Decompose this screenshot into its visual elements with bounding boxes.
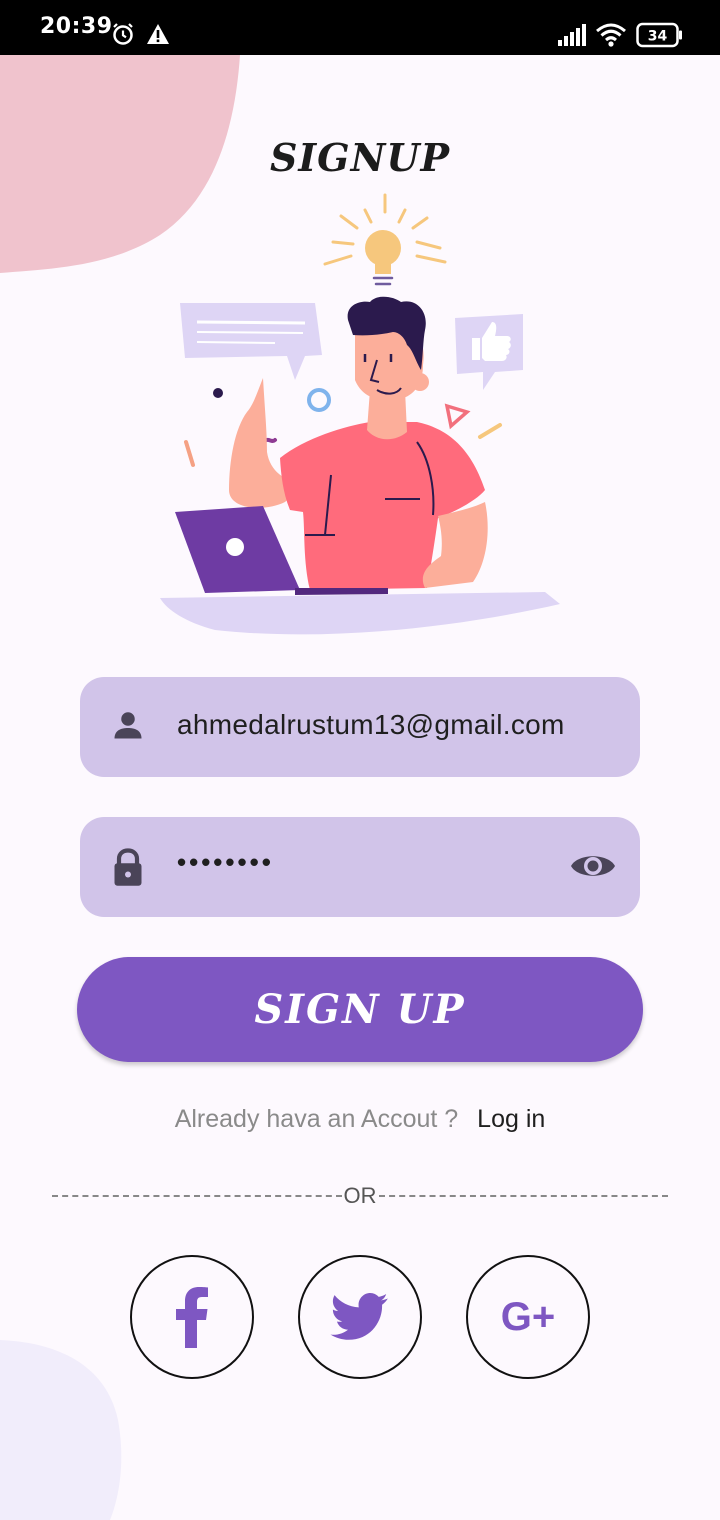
twitter-button[interactable]	[298, 1255, 422, 1379]
login-prompt: Already hava an Accout ? Log in	[0, 1105, 720, 1134]
signup-button[interactable]: SIGN UP	[77, 957, 643, 1062]
desk-shape	[160, 592, 560, 635]
twitter-icon	[330, 1293, 388, 1340]
status-bar: 20:39 34	[0, 0, 720, 55]
password-field[interactable]: ••••••••	[80, 817, 640, 917]
divider-line-right	[378, 1195, 668, 1197]
decor-blob-bottom	[0, 1340, 122, 1520]
signal-icon	[558, 24, 586, 46]
google-plus-button[interactable]: G+	[466, 1255, 590, 1379]
lock-icon	[114, 848, 142, 886]
google-plus-icon: G+	[500, 1294, 556, 1339]
thumbs-up-icon	[455, 314, 523, 390]
facebook-button[interactable]	[130, 1255, 254, 1379]
or-divider: OR	[52, 1183, 668, 1209]
alarm-icon	[113, 23, 133, 45]
email-field[interactable]: ahmedalrustum13@gmail.com	[80, 677, 640, 777]
login-question-text: Already hava an Accout ?	[174, 1105, 459, 1133]
divider-line-left	[52, 1195, 342, 1197]
hero-illustration	[160, 193, 560, 635]
email-value: ahmedalrustum13@gmail.com	[177, 709, 565, 740]
speech-bubble-decoration	[180, 303, 322, 380]
page-title: SIGNUP	[269, 135, 451, 180]
divider-text: OR	[343, 1183, 377, 1208]
status-time: 20:39	[40, 14, 113, 39]
login-link[interactable]: Log in	[477, 1105, 545, 1133]
warning-icon	[147, 24, 169, 44]
person-icon	[114, 712, 142, 739]
lightbulb-icon	[323, 193, 447, 286]
password-value: ••••••••	[177, 847, 274, 877]
eye-icon[interactable]	[570, 849, 616, 883]
facebook-icon	[176, 1287, 208, 1348]
battery-icon: 34	[636, 22, 682, 48]
wifi-icon	[596, 23, 626, 47]
battery-level: 34	[648, 29, 668, 45]
